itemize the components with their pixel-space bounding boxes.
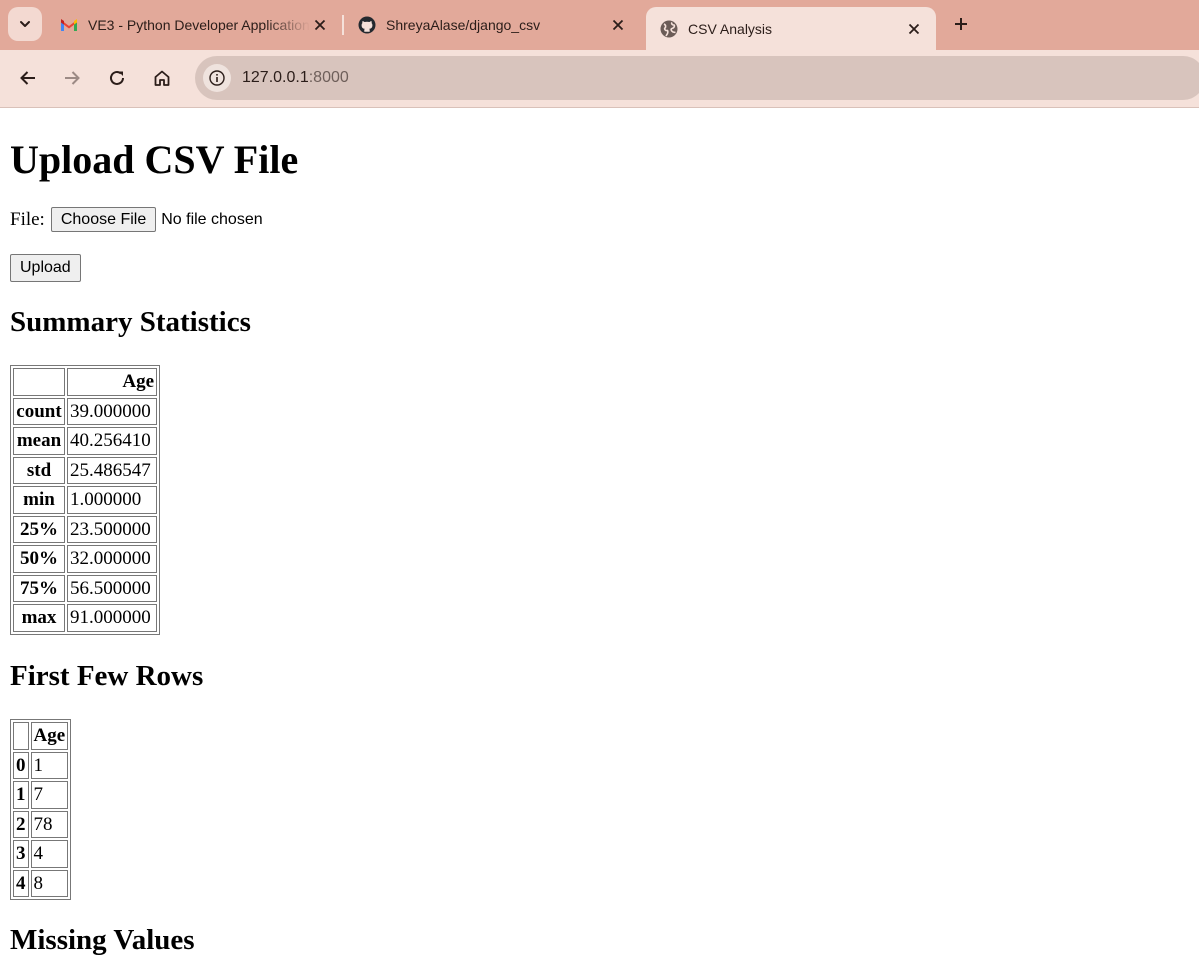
table-row: 75% 56.500000 <box>13 574 157 602</box>
table-row: 2 78 <box>13 810 69 838</box>
address-bar[interactable]: 127.0.0.1:8000 <box>195 56 1199 100</box>
row-index: 3 <box>13 840 29 868</box>
row-label: count <box>13 397 65 425</box>
upload-button[interactable]: Upload <box>10 254 81 282</box>
table-row: 25% 23.500000 <box>13 515 157 543</box>
summary-table: Age count 39.000000 mean 40.256410 std 25.4… <box>10 365 160 635</box>
row-index: 4 <box>13 869 29 897</box>
chevron-down-icon <box>20 21 30 27</box>
table-row: 48 <box>13 869 69 897</box>
cell-value: 39.000000 <box>67 397 157 425</box>
cell-value: 25.486547 <box>67 456 157 484</box>
tab-strip: VE3 - Python Developer Application Shrey… <box>0 0 1199 50</box>
row-label: 50% <box>13 545 65 573</box>
tab-title: VE3 - Python Developer Application <box>88 17 310 33</box>
table-row: std 25.486547 <box>13 456 157 484</box>
index-header <box>13 722 29 750</box>
table-row: 34 <box>13 840 69 868</box>
tab-gmail[interactable]: VE3 - Python Developer Application <box>46 7 342 43</box>
table-row: 17 <box>13 781 69 809</box>
cell-value: 4 <box>30 840 69 868</box>
cell-value: 23.500000 <box>67 515 157 543</box>
table-row: 01 <box>13 751 69 779</box>
column-header: Age <box>67 368 157 396</box>
row-index: 1 <box>13 781 29 809</box>
cell-value: 40.256410 <box>67 427 157 455</box>
globe-icon <box>660 20 678 38</box>
browser-toolbar: 127.0.0.1:8000 <box>0 50 1199 108</box>
tab-csv-analysis[interactable]: CSV Analysis <box>646 7 936 50</box>
file-status: No file chosen <box>161 210 263 228</box>
close-icon[interactable] <box>310 15 330 35</box>
home-icon <box>154 70 170 86</box>
back-arrow-icon <box>20 71 35 85</box>
tab-github[interactable]: ShreyaAlase/django_csv <box>344 7 640 43</box>
row-label: max <box>13 604 65 632</box>
summary-heading: Summary Statistics <box>10 306 251 338</box>
tab-search-button[interactable] <box>8 7 42 41</box>
row-index: 0 <box>13 751 29 779</box>
row-label: 75% <box>13 574 65 602</box>
table-header-row: Age <box>13 368 157 396</box>
tab-title: ShreyaAlase/django_csv <box>386 17 541 33</box>
close-icon[interactable] <box>608 15 628 35</box>
file-label: File: <box>10 208 45 230</box>
table-row: 50% 32.000000 <box>13 545 157 573</box>
page-title: Upload CSV File <box>10 137 299 182</box>
first-rows-heading: First Few Rows <box>10 660 204 692</box>
file-input-row: File: Choose File No file chosen <box>10 207 263 232</box>
first-rows-table: Age 01 17 2 78 34 48 <box>10 719 72 900</box>
choose-file-button[interactable]: Choose File <box>50 207 157 232</box>
url-host: 127.0.0.1 <box>242 69 309 86</box>
table-header-row: Age <box>13 722 69 750</box>
index-header <box>13 368 65 396</box>
cell-value: 8 <box>30 869 69 897</box>
row-label: 25% <box>13 515 65 543</box>
table-row: count 39.000000 <box>13 397 157 425</box>
cell-value: 7 <box>30 781 69 809</box>
cell-value: 78 <box>30 810 69 838</box>
github-icon <box>358 16 376 34</box>
url-port: :8000 <box>308 69 349 86</box>
row-label: mean <box>13 427 65 455</box>
row-label: std <box>13 456 65 484</box>
table-row: max 91.000000 <box>13 604 157 632</box>
plus-icon <box>955 18 967 30</box>
cell-value: 32.000000 <box>67 545 157 573</box>
new-tab-button[interactable] <box>948 11 974 37</box>
table-row: mean 40.256410 <box>13 427 157 455</box>
forward-button[interactable] <box>58 64 86 92</box>
close-icon[interactable] <box>904 19 924 39</box>
column-header: Age <box>30 722 69 750</box>
back-button[interactable] <box>14 64 42 92</box>
tab-title: CSV Analysis <box>688 20 773 37</box>
reload-button[interactable] <box>103 64 131 92</box>
cell-value: 1.000000 <box>67 486 157 514</box>
forward-arrow-icon <box>65 71 80 85</box>
home-button[interactable] <box>148 64 176 92</box>
cell-value: 1 <box>30 751 69 779</box>
row-label: min <box>13 486 65 514</box>
table-row: min 1.000000 <box>13 486 157 514</box>
cell-value: 91.000000 <box>67 604 157 632</box>
cell-value: 56.500000 <box>67 574 157 602</box>
reload-icon <box>110 70 124 85</box>
row-index: 2 <box>13 810 29 838</box>
gmail-icon <box>60 16 78 34</box>
info-icon[interactable] <box>203 64 231 92</box>
